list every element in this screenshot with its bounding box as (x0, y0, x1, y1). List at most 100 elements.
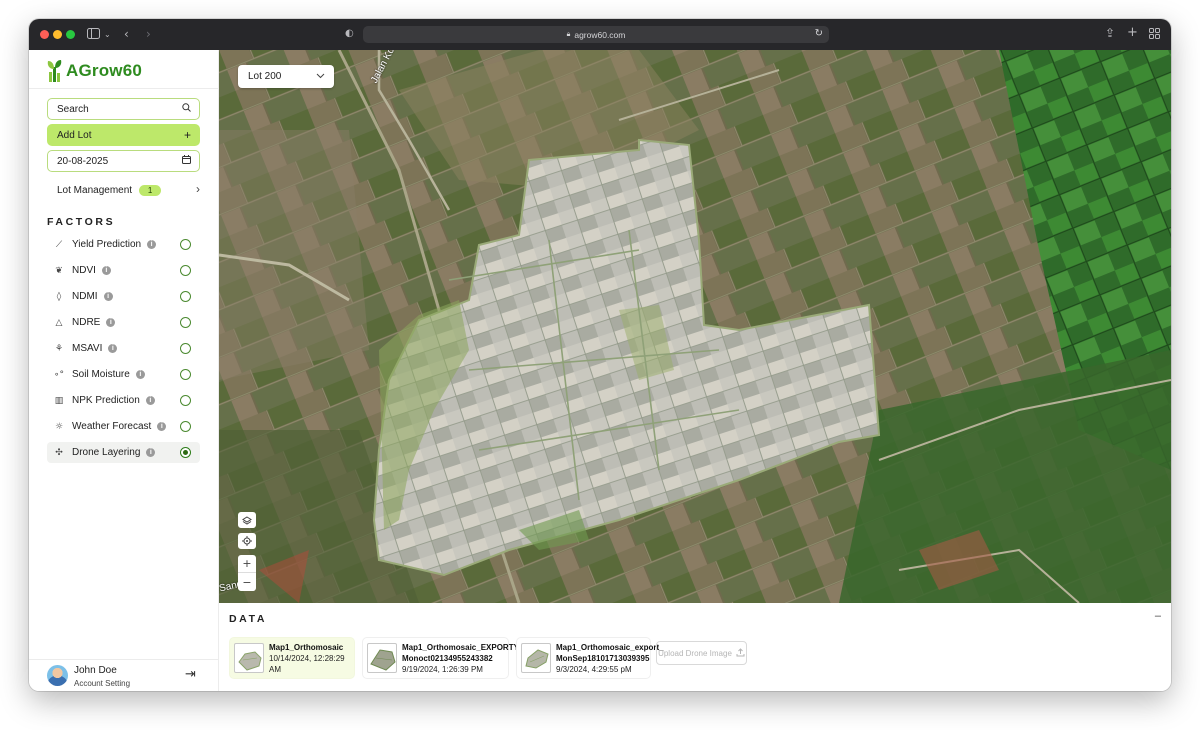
info-icon[interactable]: i (108, 344, 118, 353)
factor-label: Weather Forecast (72, 421, 152, 432)
factor-msavi[interactable]: ⚘ MSAVI i (47, 338, 200, 359)
locate-icon (242, 536, 252, 546)
factor-radio[interactable] (180, 421, 191, 432)
factor-weather-forecast[interactable]: ☼ Weather Forecast i (47, 416, 200, 437)
forward-arrow-icon[interactable]: › (146, 28, 151, 40)
user-name: John Doe (74, 665, 117, 676)
new-tab-icon[interactable]: + (1127, 26, 1138, 39)
layers-button[interactable] (238, 512, 256, 528)
file-name-continued: Monoct02134955243382 (402, 653, 493, 663)
back-arrow-icon[interactable]: ‹ (124, 28, 129, 40)
factor-radio[interactable] (180, 343, 191, 354)
maximize-window-button[interactable] (66, 30, 75, 39)
factor-soil-moisture[interactable]: ∘° Soil Moisture i (47, 364, 200, 385)
search-input[interactable]: Search (47, 98, 200, 120)
drone-file-card[interactable]: Map1_Orthomosaic_EXPORTY_ Monoct02134955… (362, 637, 523, 679)
data-panel: DATA – Map1_Orthomosaic 10/14/2024, 12:2… (219, 603, 1171, 691)
zoom-controls: + − (238, 555, 256, 591)
close-window-button[interactable] (40, 30, 49, 39)
lot-select-dropdown[interactable]: Lot 200 (238, 65, 334, 88)
chevron-down-icon (316, 71, 325, 82)
add-lot-button[interactable]: Add Lot + (47, 124, 200, 146)
plant-logo-icon (47, 60, 62, 82)
privacy-shield-icon[interactable]: ◐ (345, 28, 354, 40)
ndvi-leaf-icon: ❦ (55, 265, 63, 276)
factor-drone-layering[interactable]: ✣ Drone Layering i (47, 442, 200, 463)
divider (29, 88, 219, 89)
plus-icon: + (183, 128, 191, 142)
info-icon[interactable]: i (157, 422, 167, 431)
factor-npk-prediction[interactable]: ▥ NPK Prediction i (47, 390, 200, 411)
info-icon[interactable]: i (146, 448, 156, 457)
weather-sun-icon: ☼ (54, 421, 64, 432)
date-picker[interactable]: 20-08-2025 (47, 150, 200, 172)
factors-heading: FACTORS (47, 216, 116, 228)
file-name-continued: MonSep18101713039395 (556, 653, 650, 663)
drone-icon: ✣ (55, 447, 63, 458)
factor-radio[interactable] (180, 291, 191, 302)
file-date: 10/14/2024, 12:28:29 AM (269, 653, 345, 674)
zoom-in-button[interactable]: + (238, 555, 256, 573)
sidebar-toggle-icon[interactable] (87, 28, 100, 41)
app-logo[interactable]: AGrow60 (47, 60, 142, 82)
factor-radio[interactable] (180, 239, 191, 250)
lock-icon: 🔒︎ (566, 30, 571, 38)
app-name: AGrow60 (66, 61, 143, 80)
ndre-triangle-icon: △ (55, 317, 63, 328)
factor-ndvi[interactable]: ❦ NDVI i (47, 260, 200, 281)
search-icon (182, 103, 191, 115)
info-icon[interactable]: i (135, 370, 145, 379)
info-icon[interactable]: i (147, 240, 157, 249)
factor-label: NDRE (72, 317, 101, 328)
soil-moisture-icon: ∘° (53, 369, 65, 380)
layers-icon (242, 515, 252, 525)
factor-radio[interactable] (180, 395, 191, 406)
factor-ndre[interactable]: △ NDRE i (47, 312, 200, 333)
msavi-sprout-icon: ⚘ (54, 343, 64, 354)
file-thumbnail (234, 643, 264, 673)
file-thumbnail (367, 643, 397, 673)
collapse-button[interactable]: – (1155, 610, 1161, 622)
info-icon[interactable]: i (101, 266, 111, 275)
url-text: agrow60.com (574, 29, 626, 40)
account-setting-link[interactable]: Account Setting (74, 679, 130, 688)
upload-drone-image-button[interactable]: Upload Drone Image (656, 641, 747, 665)
map-imagery (219, 50, 1171, 603)
factor-radio-selected[interactable] (180, 447, 191, 458)
reload-icon[interactable]: ↻ (815, 28, 823, 39)
info-icon[interactable]: i (145, 396, 155, 405)
info-icon[interactable]: i (103, 292, 113, 301)
locate-button[interactable] (238, 533, 256, 549)
share-icon[interactable]: ⇪ (1105, 27, 1115, 39)
drone-file-card[interactable]: Map1_Orthomosaic_export_ MonSep181017130… (516, 637, 664, 679)
divider (29, 659, 219, 660)
info-icon[interactable]: i (106, 318, 116, 327)
file-name: Map1_Orthomosaic_export_ (556, 642, 664, 652)
factor-radio[interactable] (180, 369, 191, 380)
zoom-out-button[interactable]: − (238, 573, 256, 591)
file-date: 9/19/2024, 1:26:39 PM (402, 664, 483, 674)
lot-management-link[interactable]: Lot Management 1 › (57, 182, 200, 197)
calendar-icon (182, 155, 191, 167)
factor-radio[interactable] (180, 265, 191, 276)
avatar[interactable] (47, 665, 68, 686)
factor-label: NDMI (72, 291, 98, 302)
factor-label: MSAVI (72, 343, 103, 354)
factor-yield-prediction[interactable]: ⟋ Yield Prediction i (47, 234, 200, 255)
file-date: 9/3/2024, 4:29:55 pM (556, 664, 632, 674)
sidebar: AGrow60 Search Add Lot + 20-08-2025 Lot … (29, 50, 219, 691)
drone-file-card[interactable]: Map1_Orthomosaic 10/14/2024, 12:28:29 AM (229, 637, 355, 679)
satellite-map[interactable]: Jalan Kota Belud Sangkir Lot 200 + − (219, 50, 1171, 603)
address-bar[interactable]: 🔒︎ agrow60.com ↻ (363, 26, 829, 43)
factor-label: NPK Prediction (72, 395, 140, 406)
factor-ndmi[interactable]: ◊ NDMI i (47, 286, 200, 307)
minimize-window-button[interactable] (53, 30, 62, 39)
chevron-down-icon[interactable]: ⌄ (104, 29, 111, 41)
logout-icon[interactable]: ⇥ (185, 667, 196, 682)
file-name: Map1_Orthomosaic (269, 642, 344, 652)
tab-overview-icon[interactable] (1149, 28, 1160, 41)
lot-management-label: Lot Management (57, 184, 133, 196)
factor-label: Drone Layering (72, 447, 141, 458)
factor-radio[interactable] (180, 317, 191, 328)
add-lot-label: Add Lot (57, 129, 92, 141)
